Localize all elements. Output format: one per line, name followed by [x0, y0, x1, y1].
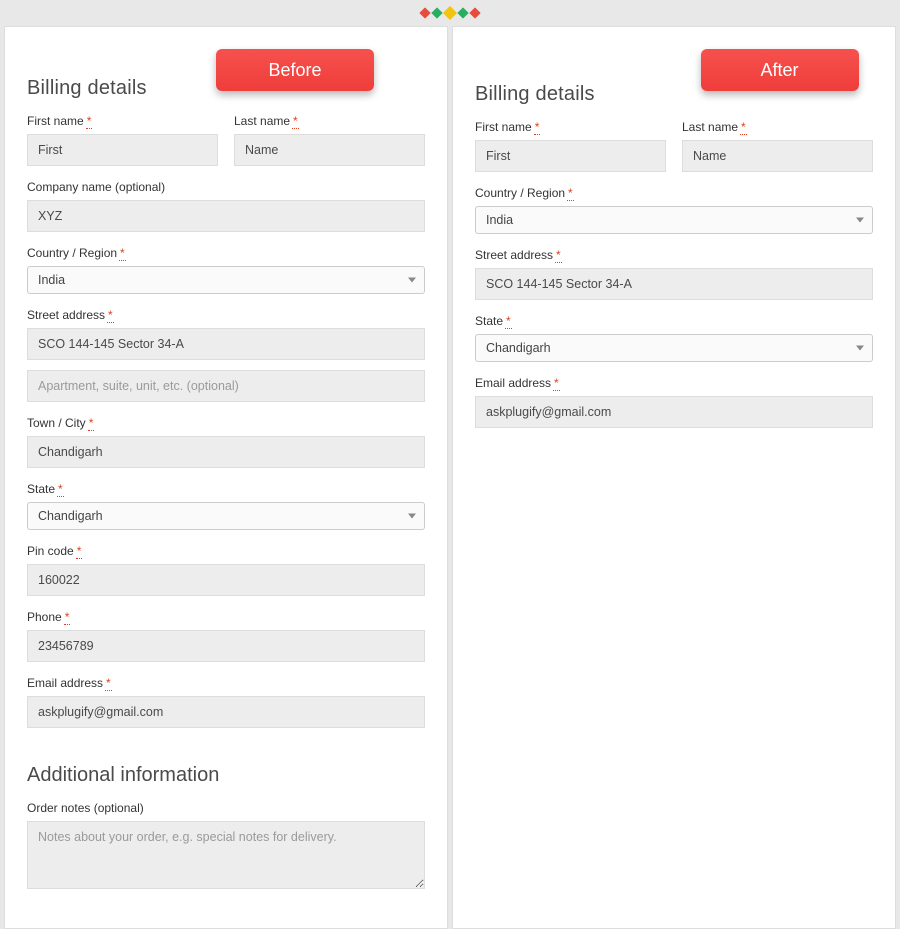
street-address-1-input[interactable] — [27, 328, 425, 360]
pin-field: Pin code* — [27, 544, 425, 596]
street-address-2-input[interactable] — [27, 370, 425, 402]
state-select-value: Chandigarh — [38, 509, 103, 523]
before-badge: Before — [216, 49, 374, 91]
required-asterisk: * — [76, 544, 83, 559]
email-input[interactable] — [475, 396, 873, 428]
last-name-field: Last name* — [234, 114, 425, 166]
country-label: Country / Region* — [27, 246, 425, 260]
diamond-icon — [419, 7, 430, 18]
street-label: Street address* — [475, 248, 873, 262]
email-field: Email address* — [475, 376, 873, 428]
order-notes-field: Order notes (optional) — [27, 801, 425, 892]
after-panel: After Billing details First name* Last n… — [452, 26, 896, 929]
chevron-down-icon — [856, 218, 864, 223]
order-notes-label: Order notes (optional) — [27, 801, 425, 815]
street-label: Street address* — [27, 308, 425, 322]
city-input[interactable] — [27, 436, 425, 468]
chevron-down-icon — [856, 346, 864, 351]
state-select[interactable]: Chandigarh — [27, 502, 425, 530]
first-name-label: First name* — [27, 114, 218, 128]
street-field: Street address* — [27, 308, 425, 402]
required-asterisk: * — [105, 676, 112, 691]
first-name-field: First name* — [27, 114, 218, 166]
required-asterisk: * — [534, 120, 541, 135]
pin-label: Pin code* — [27, 544, 425, 558]
state-select-value: Chandigarh — [486, 341, 551, 355]
chevron-down-icon — [408, 278, 416, 283]
required-asterisk: * — [505, 314, 512, 329]
order-notes-textarea[interactable] — [27, 821, 425, 889]
email-field: Email address* — [27, 676, 425, 728]
company-input[interactable] — [27, 200, 425, 232]
state-label: State* — [27, 482, 425, 496]
first-name-input[interactable] — [27, 134, 218, 166]
chevron-down-icon — [408, 514, 416, 519]
first-name-input[interactable] — [475, 140, 666, 172]
required-asterisk: * — [292, 114, 299, 129]
diamond-icon — [431, 7, 442, 18]
required-asterisk: * — [107, 308, 114, 323]
state-field: State* Chandigarh — [475, 314, 873, 362]
top-decor-strip — [0, 0, 900, 26]
pin-input[interactable] — [27, 564, 425, 596]
city-label: Town / City* — [27, 416, 425, 430]
company-field: Company name (optional) — [27, 180, 425, 232]
country-label: Country / Region* — [475, 186, 873, 200]
phone-field: Phone* — [27, 610, 425, 662]
required-asterisk: * — [88, 416, 95, 431]
after-badge: After — [701, 49, 859, 91]
phone-label: Phone* — [27, 610, 425, 624]
last-name-label: Last name* — [234, 114, 425, 128]
city-field: Town / City* — [27, 416, 425, 468]
email-label: Email address* — [475, 376, 873, 390]
required-asterisk: * — [86, 114, 93, 129]
last-name-field: Last name* — [682, 120, 873, 172]
diamond-icon — [469, 7, 480, 18]
additional-info-title: Additional information — [27, 764, 425, 787]
company-label: Company name (optional) — [27, 180, 425, 194]
country-select-value: India — [486, 213, 513, 227]
required-asterisk: * — [64, 610, 71, 625]
last-name-input[interactable] — [682, 140, 873, 172]
last-name-input[interactable] — [234, 134, 425, 166]
country-field: Country / Region* India — [475, 186, 873, 234]
state-field: State* Chandigarh — [27, 482, 425, 530]
country-select[interactable]: India — [27, 266, 425, 294]
before-panel: Before Billing details First name* Last … — [4, 26, 448, 929]
state-label: State* — [475, 314, 873, 328]
state-select[interactable]: Chandigarh — [475, 334, 873, 362]
diamond-icon — [457, 7, 468, 18]
first-name-label: First name* — [475, 120, 666, 134]
required-asterisk: * — [119, 246, 126, 261]
required-asterisk: * — [57, 482, 64, 497]
email-input[interactable] — [27, 696, 425, 728]
country-select[interactable]: India — [475, 206, 873, 234]
diamond-icon — [443, 6, 457, 20]
street-address-input[interactable] — [475, 268, 873, 300]
email-label: Email address* — [27, 676, 425, 690]
required-asterisk: * — [555, 248, 562, 263]
country-field: Country / Region* India — [27, 246, 425, 294]
phone-input[interactable] — [27, 630, 425, 662]
first-name-field: First name* — [475, 120, 666, 172]
street-field: Street address* — [475, 248, 873, 300]
required-asterisk: * — [553, 376, 560, 391]
required-asterisk: * — [740, 120, 747, 135]
required-asterisk: * — [567, 186, 574, 201]
country-select-value: India — [38, 273, 65, 287]
last-name-label: Last name* — [682, 120, 873, 134]
